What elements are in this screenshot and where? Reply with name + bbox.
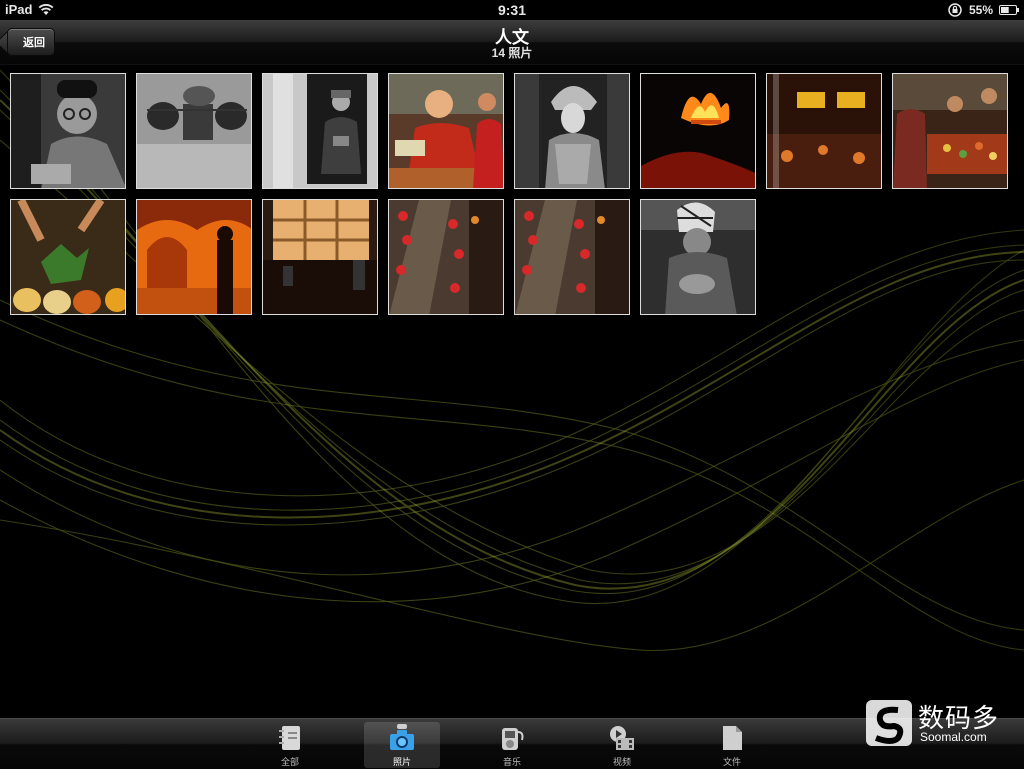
- photo-thumbnail[interactable]: [766, 73, 882, 189]
- tab-label: 照片: [392, 757, 411, 767]
- tab-label: 视频: [612, 757, 631, 767]
- watermark-site: Soomal.com: [920, 730, 987, 744]
- rotation-lock-icon: [948, 3, 962, 17]
- photo-thumbnail[interactable]: [388, 199, 504, 315]
- clock: 9:31: [497, 2, 527, 18]
- battery-percent: 55%: [969, 3, 994, 17]
- tab-label: 全部: [280, 757, 299, 767]
- tab-video[interactable]: 视频: [584, 722, 660, 768]
- battery-icon: [999, 5, 1019, 15]
- photo-thumbnail[interactable]: [10, 73, 126, 189]
- document-icon: [723, 726, 742, 750]
- tab-files[interactable]: 文件: [694, 722, 770, 768]
- photo-thumbnail[interactable]: [262, 199, 378, 315]
- photo-thumbnail[interactable]: [514, 199, 630, 315]
- photo-thumbnail[interactable]: [10, 199, 126, 315]
- photo-thumbnail[interactable]: [892, 73, 1008, 189]
- tab-music[interactable]: 音乐: [474, 722, 550, 768]
- music-player-icon: [502, 728, 524, 750]
- photo-thumbnail[interactable]: [640, 73, 756, 189]
- notebook-icon: [279, 726, 300, 750]
- watermark: 数码多 Soomal.com: [864, 698, 1014, 748]
- photo-count: 14 照片: [491, 46, 533, 60]
- photo-thumbnail[interactable]: [262, 73, 378, 189]
- tab-label: 音乐: [502, 757, 521, 767]
- tab-all[interactable]: 全部: [252, 722, 328, 768]
- photo-thumbnail[interactable]: [514, 73, 630, 189]
- status-bar: iPad 9:31 55%: [0, 0, 1024, 20]
- photo-thumbnail[interactable]: [136, 199, 252, 315]
- photo-thumbnail[interactable]: [136, 73, 252, 189]
- camera-icon: [390, 724, 414, 750]
- tab-photos[interactable]: 照片: [364, 722, 440, 768]
- navigation-bar: 返回 人文 14 照片: [0, 20, 1024, 65]
- tab-label: 文件: [722, 757, 741, 767]
- soomal-logo-icon: [866, 700, 912, 746]
- photo-thumbnail[interactable]: [388, 73, 504, 189]
- photo-thumbnail[interactable]: [640, 199, 756, 315]
- video-icon: [610, 726, 634, 750]
